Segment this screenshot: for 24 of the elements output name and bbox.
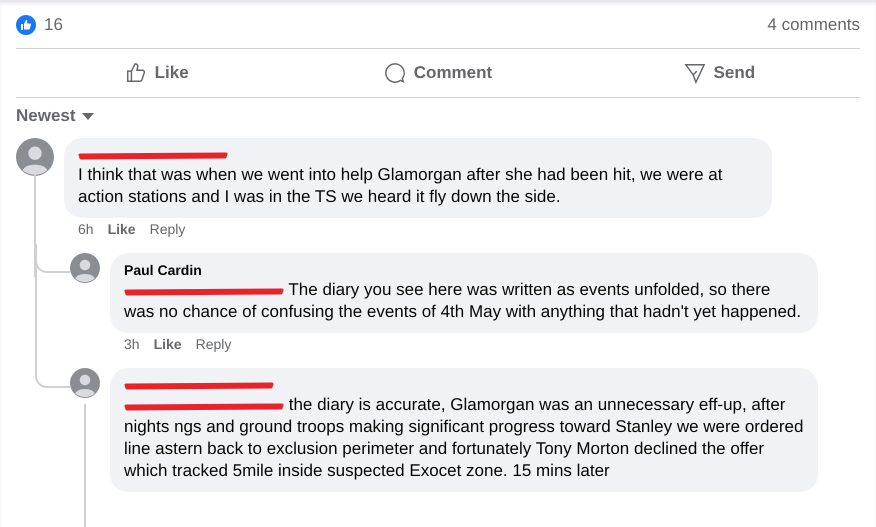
reply-link[interactable]: Reply — [196, 336, 232, 352]
avatar-icon[interactable] — [70, 253, 100, 283]
comment-button[interactable]: Comment — [297, 49, 579, 97]
like-link[interactable]: Like — [108, 221, 136, 237]
speech-bubble-icon — [384, 62, 406, 84]
reply-link[interactable]: Reply — [150, 221, 186, 237]
comment-count[interactable]: 4 comments — [767, 15, 860, 35]
comment-text: the diary is accurate, Glamorgan was an unnecessary eff-up, after nights ngs and ground troops making significant progress toward Stanley we were ordered line astern back to exclusion perimeter and fortunately Tony Morton declined the offer which tracked 5mile inside suspected Exocet zone. 15 mins later — [124, 394, 804, 482]
like-reaction-icon[interactable] — [16, 15, 36, 35]
sort-dropdown[interactable]: Newest — [16, 98, 94, 126]
comment-text: The diary you see here was written as events unfolded, so there was no chance of confusing the events of 4th May with anything that hadn't yet happened. — [124, 279, 802, 323]
reaction-count[interactable]: 16 — [44, 15, 63, 35]
send-icon — [684, 62, 706, 84]
comment-time[interactable]: 3h — [124, 336, 140, 352]
thumbs-up-icon — [124, 62, 147, 84]
send-button[interactable]: Send — [578, 49, 860, 97]
like-button[interactable]: Like — [16, 49, 298, 97]
avatar-icon[interactable] — [16, 138, 54, 176]
caret-icon — [82, 112, 94, 120]
commenter-name[interactable]: Paul Cardin — [124, 261, 804, 279]
like-link[interactable]: Like — [154, 336, 182, 352]
avatar-icon[interactable] — [70, 368, 100, 398]
comment-time[interactable]: 6h — [78, 221, 94, 237]
comment-text: I think that was when we went into help Glamorgan after she had been hit, we were at action stations and I was in the TS we heard it fly down the side. — [78, 164, 724, 208]
